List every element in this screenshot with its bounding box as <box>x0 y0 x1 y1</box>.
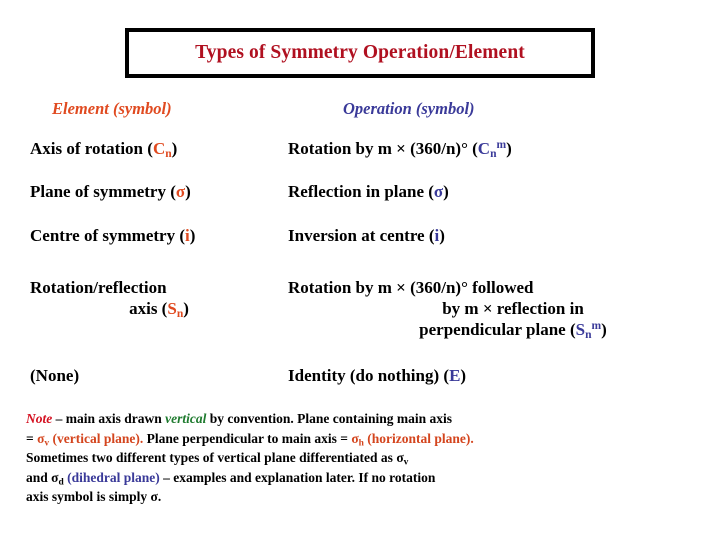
note-line-4: and σd (dihedral plane) – examples and e… <box>26 469 436 488</box>
sigma-v-symbol: σv <box>37 430 50 449</box>
operation-tail: ) <box>601 320 607 339</box>
operation-tail: ) <box>506 139 512 158</box>
element-text: (None) <box>30 366 80 385</box>
element-cell: Rotation/reflection axis (Sn) <box>0 277 288 365</box>
element-cell: Plane of symmetry (σ) <box>0 181 288 225</box>
note-line-1: Note – main axis drawn vertical by conve… <box>26 411 453 426</box>
column-header-element: Element (symbol) <box>52 99 172 118</box>
element-tail: ) <box>185 182 191 201</box>
element-tail: ) <box>183 299 189 318</box>
element-symbol: Cn <box>152 139 172 161</box>
operation-symbol: Snm <box>575 319 602 342</box>
operation-cell: Identity (do nothing) (E) <box>288 365 720 395</box>
table-row: Rotation/reflection axis (Sn) Rotation b… <box>0 277 720 365</box>
operation-text: Inversion at centre ( <box>288 226 435 245</box>
operation-cell: Rotation by m × (360/n)° followed by m ×… <box>288 277 720 365</box>
operation-text: Identity (do nothing) ( <box>288 366 450 385</box>
table-row: Axis of rotation (Cn) Rotation by m × (3… <box>0 138 720 181</box>
note-block: Note – main axis drawn vertical by conve… <box>26 409 696 507</box>
note-line-3: Sometimes two different types of vertica… <box>26 450 409 468</box>
element-tail: ) <box>189 226 196 245</box>
element-tail: ) <box>171 139 178 158</box>
sigma-d-symbol: σd <box>51 469 64 488</box>
table-row: Centre of symmetry (i) Inversion at cent… <box>0 225 720 277</box>
operation-text: Reflection in plane ( <box>288 182 434 201</box>
sigma-v-symbol-2: σv <box>396 450 409 468</box>
element-cell: Centre of symmetry (i) <box>0 225 288 277</box>
column-header-operation: Operation (symbol) <box>343 99 475 118</box>
symmetry-table: Axis of rotation (Cn) Rotation by m × (3… <box>0 138 720 395</box>
note-line-2: = σv (vertical plane). Plane perpendicul… <box>26 430 474 449</box>
title-box: Types of Symmetry Operation/Element <box>125 28 595 78</box>
operation-text: Rotation by m × (360/n)° ( <box>288 139 478 158</box>
operation-symbol: E <box>449 366 461 385</box>
operation-symbol: σ <box>433 182 444 201</box>
note-dihedral-plane: (dihedral plane) <box>63 469 160 485</box>
note-label: Note <box>26 411 53 426</box>
element-text: Plane of symmetry ( <box>30 182 176 201</box>
element-symbol: σ <box>175 182 186 201</box>
element-cell: Axis of rotation (Cn) <box>0 138 288 181</box>
operation-cell: Reflection in plane (σ) <box>288 181 720 225</box>
sigma-symbol: σ <box>150 489 158 505</box>
table-row: Plane of symmetry (σ) Reflection in plan… <box>0 181 720 225</box>
operation-cell: Inversion at centre (i) <box>288 225 720 277</box>
operation-line-3: perpendicular plane ( <box>419 320 576 339</box>
operation-line-1: Rotation by m × (360/n)° followed <box>288 278 534 297</box>
operation-symbol: Cnm <box>477 138 507 161</box>
element-text: Centre of symmetry ( <box>30 226 185 245</box>
element-symbol: Sn <box>167 299 184 321</box>
note-emphasis-vertical: vertical <box>165 411 207 426</box>
element-line-1: Rotation/reflection <box>30 278 167 297</box>
operation-tail: ) <box>460 366 467 385</box>
sigma-h-symbol: σh <box>351 430 364 449</box>
operation-line-2: by m × reflection in <box>442 299 584 318</box>
note-line-5: axis symbol is simply σ. <box>26 489 162 505</box>
operation-cell: Rotation by m × (360/n)° (Cnm) <box>288 138 720 181</box>
element-cell: (None) <box>0 365 288 395</box>
page-title: Types of Symmetry Operation/Element <box>195 42 525 63</box>
element-text: Axis of rotation ( <box>30 139 153 158</box>
table-row: (None) Identity (do nothing) (E) <box>0 365 720 395</box>
operation-tail: ) <box>439 226 445 245</box>
operation-tail: ) <box>443 182 449 201</box>
element-line-2: axis ( <box>129 299 168 318</box>
